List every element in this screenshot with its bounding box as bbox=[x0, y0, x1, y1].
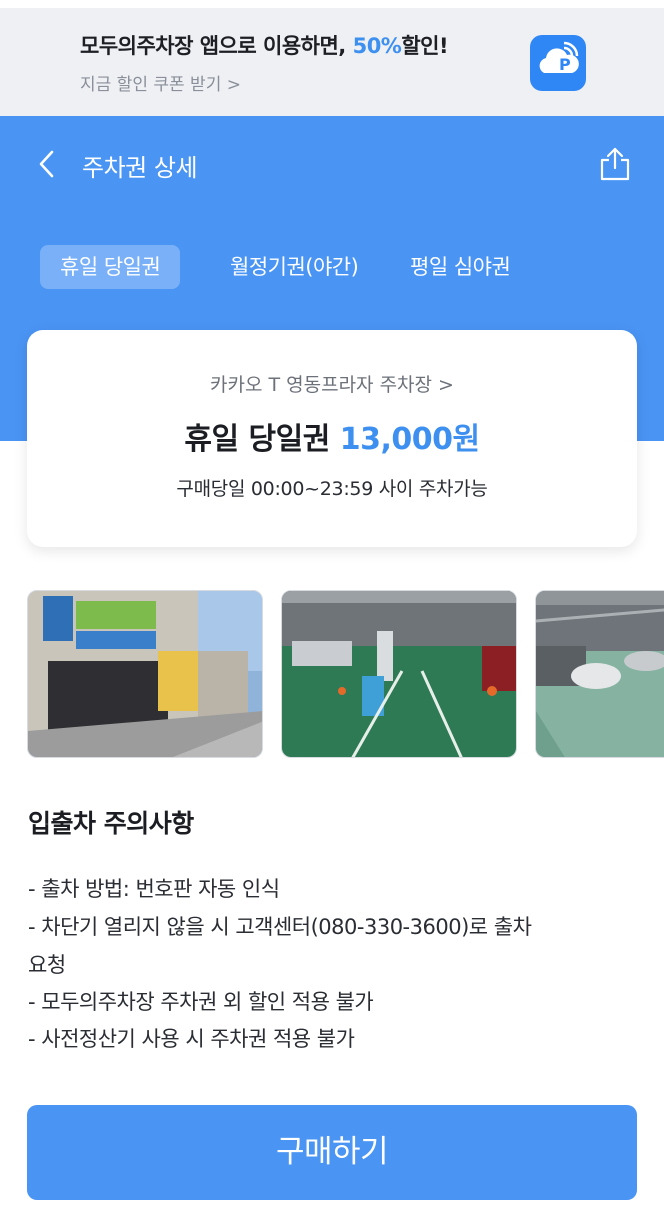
promo-discount: 50% bbox=[352, 34, 402, 58]
notice-line: - 출차 방법: 번호판 자동 인식 bbox=[28, 877, 280, 901]
promo-title: 모두의주차장 앱으로 이용하면, 50%할인! bbox=[80, 30, 449, 60]
notice-line: - 모두의주차장 주차권 외 할인 적용 불가 bbox=[28, 990, 374, 1014]
parking-gate-photo[interactable] bbox=[281, 590, 517, 758]
ticket-name: 휴일 당일권 bbox=[184, 422, 340, 457]
page-title: 주차권 상세 bbox=[82, 154, 198, 182]
tab-holiday-day-pass[interactable]: 휴일 당일권 bbox=[40, 245, 181, 289]
parking-lot-link[interactable]: 카카오 T 영동프라자 주차장 > bbox=[27, 370, 637, 397]
promo-banner[interactable]: 모두의주차장 앱으로 이용하면, 50%할인! 지금 할인 쿠폰 받기 > P bbox=[0, 0, 664, 116]
coupon-link[interactable]: 지금 할인 쿠폰 받기 > bbox=[80, 70, 241, 95]
parking-entrance-photo[interactable] bbox=[27, 590, 263, 758]
chevron-left-icon[interactable] bbox=[34, 148, 62, 180]
share-icon[interactable] bbox=[598, 146, 632, 182]
ticket-name-price: 휴일 당일권 13,000원 bbox=[27, 414, 637, 458]
notice-line: - 사전정산기 사용 시 주차권 적용 불가 bbox=[28, 1027, 355, 1051]
status-strip bbox=[0, 0, 664, 8]
ticket-hours: 구매당일 00:00~23:59 사이 주차가능 bbox=[176, 478, 488, 500]
tab-monthly-night-pass[interactable]: 월정기권(야간) bbox=[230, 245, 359, 289]
notice-title: 입출차 주의사항 bbox=[28, 809, 194, 838]
parking-interior-photo[interactable] bbox=[535, 590, 664, 758]
ticket-price: 13,000원 bbox=[339, 422, 480, 457]
promo-title-suffix: 할인! bbox=[401, 34, 449, 58]
notice-line: - 차단기 열리지 않을 시 고객센터(080-330-3600)로 출차 bbox=[28, 915, 532, 939]
buy-button[interactable]: 구매하기 bbox=[27, 1105, 637, 1200]
notice-line: 요청 bbox=[28, 953, 66, 977]
ticket-card: 카카오 T 영동프라자 주차장 > 휴일 당일권 13,000원 구매당일 00… bbox=[27, 330, 637, 547]
moduparking-app-icon[interactable]: P bbox=[530, 35, 586, 91]
promo-title-prefix: 모두의주차장 앱으로 이용하면, bbox=[80, 34, 353, 58]
svg-text:P: P bbox=[559, 55, 571, 74]
tab-weekday-late-night-pass[interactable]: 평일 심야권 bbox=[410, 245, 511, 289]
